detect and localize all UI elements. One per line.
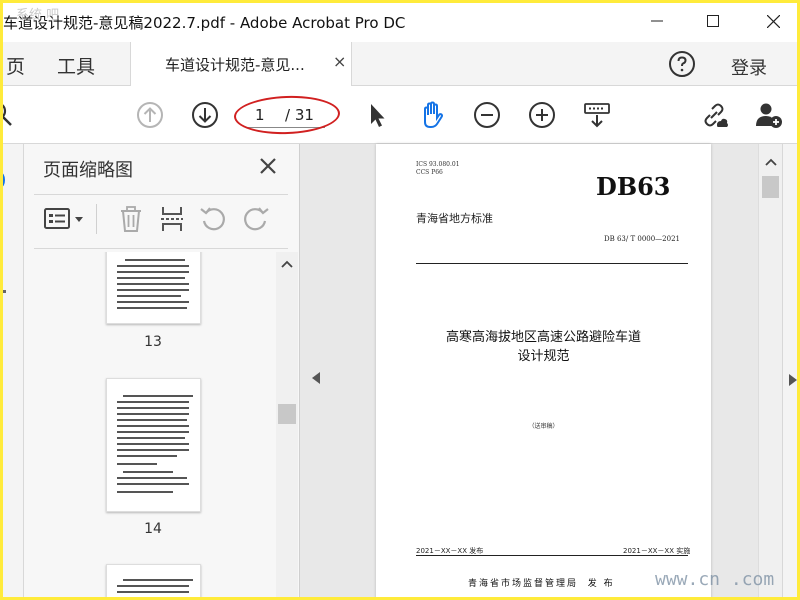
- document-view: ICS 93.080.01 CCS P66 DB63 青海省地方标准 DB 63…: [300, 144, 758, 600]
- page-display-icon[interactable]: [582, 100, 612, 130]
- document-page: ICS 93.080.01 CCS P66 DB63 青海省地方标准 DB 63…: [376, 144, 711, 600]
- hand-tool-icon[interactable]: [417, 100, 447, 130]
- close-button[interactable]: [750, 0, 796, 42]
- panel-close-icon[interactable]: [258, 156, 278, 176]
- document-tab-label: 车道设计规范-意见...: [165, 56, 305, 74]
- scroll-up-icon[interactable]: [281, 260, 293, 268]
- highlight-circle: [233, 94, 341, 136]
- tab-tools[interactable]: 工具: [57, 52, 95, 79]
- watermark: www.cn .com: [655, 569, 775, 590]
- panel-divider-2: [34, 248, 288, 249]
- help-icon[interactable]: [668, 50, 696, 78]
- panel-toolbar: [24, 196, 300, 248]
- main-toolbar: / 31: [0, 86, 800, 144]
- tool-divider: [96, 204, 97, 234]
- thumbnail-number: 13: [144, 334, 162, 350]
- thumbnail-page-14[interactable]: [106, 378, 201, 512]
- standard-code: DB63: [596, 172, 671, 201]
- corner-watermark: 系统 吧: [16, 8, 60, 23]
- thumbnail-list: 13 14: [24, 252, 276, 600]
- login-button[interactable]: 登录: [731, 54, 767, 80]
- close-icon: [766, 14, 780, 28]
- panel-title: 页面缩略图: [43, 160, 133, 181]
- maximize-button[interactable]: [690, 0, 736, 42]
- tab-home[interactable]: 页: [6, 52, 25, 79]
- ics-code: ICS 93.080.01: [416, 161, 460, 168]
- document-scrollbar[interactable]: [758, 144, 782, 600]
- document-tab-close-icon[interactable]: ×: [333, 52, 346, 71]
- maximize-icon: [707, 15, 719, 27]
- standard-number: DB 63/ T 0000—2021: [604, 235, 680, 243]
- delete-page-icon[interactable]: [116, 204, 146, 234]
- doc-scroll-up-icon[interactable]: [765, 158, 777, 166]
- share-link-icon[interactable]: [699, 100, 729, 130]
- ccs-code: CCS P66: [416, 169, 443, 176]
- minimize-icon: [651, 20, 663, 22]
- issuer: 青海省市场监督管理局 发 布: [468, 576, 615, 589]
- insert-page-icon[interactable]: [157, 204, 187, 234]
- issuer-name: 青海省市场监督管理局: [468, 579, 579, 589]
- tab-document[interactable]: 车道设计规范-意见... ×: [130, 42, 352, 87]
- right-rail: [782, 144, 800, 600]
- select-tool-icon[interactable]: [362, 100, 392, 130]
- thumbnail-number: 14: [144, 521, 162, 537]
- thumbnail-scrollbar[interactable]: [276, 252, 298, 600]
- document-title-line2: 设计规范: [517, 349, 570, 364]
- prev-page-icon[interactable]: [135, 100, 165, 130]
- title-bar: 车道设计规范-意见稿2022.7.pdf - Adobe Acrobat Pro…: [0, 0, 800, 42]
- standard-type: 青海省地方标准: [416, 212, 493, 225]
- issuer-suffix: 发 布: [587, 579, 615, 589]
- thumbnail-page-15[interactable]: [106, 564, 201, 600]
- left-nav-rail: [0, 144, 24, 600]
- collapse-left-icon[interactable]: [312, 372, 320, 384]
- zoom-in-icon[interactable]: [527, 100, 557, 130]
- rail-marker: [3, 290, 6, 293]
- thumbnail-options-icon[interactable]: [42, 204, 86, 234]
- search-icon[interactable]: [0, 100, 16, 130]
- thumbnail-page-13[interactable]: [106, 252, 201, 324]
- next-page-icon[interactable]: [190, 100, 220, 130]
- document-title-line1: 高寒高海拔地区高速公路避险车道: [445, 330, 641, 345]
- rotate-ccw-icon[interactable]: [198, 204, 228, 234]
- expand-right-icon[interactable]: [789, 374, 797, 386]
- doc-scrollbar-thumb[interactable]: [762, 176, 779, 198]
- header-rule: [416, 263, 688, 264]
- scrollbar-thumb[interactable]: [278, 404, 296, 424]
- thumbnail-panel: 页面缩略图 13 14: [24, 144, 300, 600]
- zoom-out-icon[interactable]: [472, 100, 502, 130]
- draft-label: （送审稿）: [528, 423, 559, 430]
- minimize-button[interactable]: [634, 0, 680, 42]
- panel-divider: [34, 194, 288, 195]
- rotate-cw-icon[interactable]: [241, 204, 271, 234]
- window-title: 车道设计规范-意见稿2022.7.pdf - Adobe Acrobat Pro…: [3, 14, 406, 32]
- footer-rule: [416, 555, 688, 556]
- tab-bar: 页 工具 车道设计规范-意见... × 登录: [0, 42, 800, 87]
- add-user-icon[interactable]: [754, 100, 784, 130]
- nav-pane-icon[interactable]: [0, 170, 8, 190]
